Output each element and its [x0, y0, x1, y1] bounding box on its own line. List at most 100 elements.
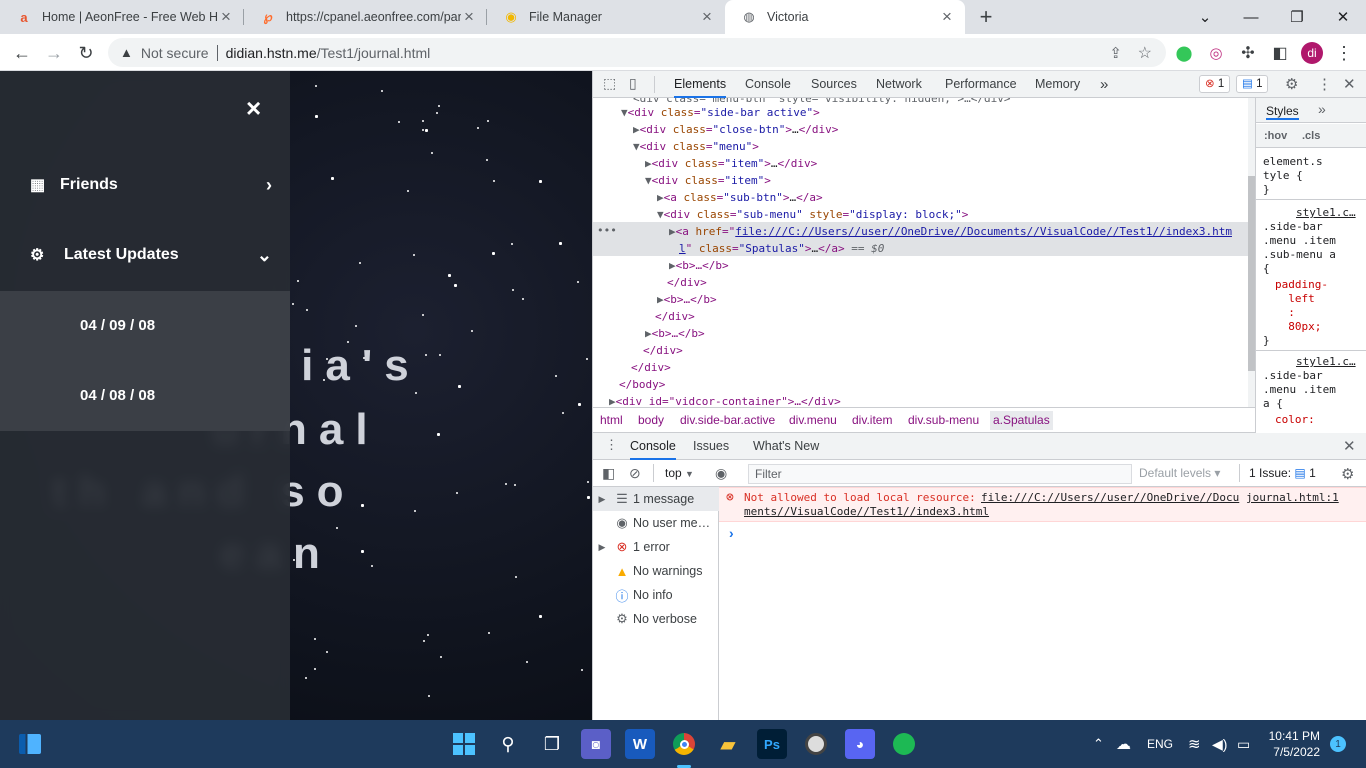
inspect-element-icon[interactable]: ⬚: [603, 75, 616, 92]
tab-network[interactable]: Network: [876, 71, 922, 98]
address-bar[interactable]: ▲ Not secure didian.hstn.me/Test1/journa…: [108, 38, 1166, 67]
security-label[interactable]: Not secure: [141, 45, 209, 61]
dom-node-menu[interactable]: ▼<div class="menu">: [633, 138, 759, 155]
teams-chat-icon[interactable]: ◙: [581, 729, 611, 759]
style-declaration[interactable]: color:: [1275, 413, 1315, 427]
device-toolbar-icon[interactable]: ▯: [629, 75, 637, 92]
dom-node-item[interactable]: ▼<div class="item">: [645, 172, 771, 189]
dom-close-body[interactable]: </body>: [619, 376, 665, 393]
crumb-body[interactable]: body: [638, 413, 664, 427]
dom-node-vidcor[interactable]: ▶<div id="vidcor-container">…</div>: [609, 393, 841, 407]
extension-green-icon[interactable]: ⬤: [1170, 39, 1198, 67]
dom-node-spatulas-link[interactable]: ▶<a href="file:///C://Users//user//OneDr…: [669, 223, 1232, 240]
dom-node-sub-menu[interactable]: ▼<div class="sub-menu" style="display: b…: [657, 206, 968, 223]
tab-cpanel[interactable]: ℘ https://cpanel.aeonfree.com/pan ×: [244, 0, 487, 34]
crumb-side-bar[interactable]: div.side-bar.active: [680, 413, 775, 427]
error-count-badge[interactable]: ⊗ 1: [1199, 75, 1231, 93]
tab-performance[interactable]: Performance: [945, 71, 1017, 98]
restore-button[interactable]: ❐: [1274, 0, 1320, 34]
more-tabs-icon[interactable]: »: [1100, 71, 1108, 98]
chrome-icon[interactable]: [669, 729, 699, 759]
settings-gear-icon[interactable]: ⚙: [1285, 75, 1298, 93]
close-drawer-icon[interactable]: ✕: [1343, 437, 1356, 455]
tab-sources[interactable]: Sources: [811, 71, 857, 98]
dom-node-close-btn[interactable]: ▶<div class="close-btn">…</div>: [633, 121, 838, 138]
console-filter-messages[interactable]: ▶ ☰ 1 message: [593, 487, 719, 511]
dom-node-b[interactable]: ▶<b>…</b>: [645, 325, 705, 342]
bookmark-star-icon[interactable]: ☆: [1138, 43, 1152, 63]
console-filter-verbose[interactable]: ⚙ No verbose: [593, 607, 719, 631]
more-panes-icon[interactable]: »: [1318, 101, 1326, 117]
dom-node-spatulas-cont[interactable]: l" class="Spatulas">…</a> == $0: [679, 240, 884, 257]
dom-close-div[interactable]: </div>: [631, 359, 671, 376]
extensions-puzzle-icon[interactable]: ✣: [1234, 39, 1262, 67]
console-filter-warnings[interactable]: ▲ No warnings: [593, 559, 719, 583]
dom-node-b[interactable]: ▶<b>…</b>: [669, 257, 729, 274]
task-view-icon[interactable]: ❐: [537, 729, 567, 759]
notification-badge[interactable]: 1: [1330, 720, 1346, 768]
close-tab-icon[interactable]: ×: [218, 7, 234, 27]
tab-elements[interactable]: Elements: [674, 71, 727, 98]
href-link[interactable]: file:///C://Users//user//OneDrive//Docum…: [735, 225, 1232, 238]
tab-memory[interactable]: Memory: [1035, 71, 1080, 98]
style-rule-element[interactable]: element.s tyle { }: [1263, 155, 1323, 197]
elements-scrollbar[interactable]: [1248, 98, 1255, 407]
eye-icon[interactable]: ◉: [715, 465, 727, 482]
style-declaration[interactable]: padding- left : 80px;: [1275, 278, 1328, 334]
error-resource-link[interactable]: file:///C://Users//user//OneDrive//Docu: [981, 491, 1239, 504]
crumb-sub-menu[interactable]: div.sub-menu: [908, 413, 979, 427]
style-rule-selector[interactable]: .side-bar .menu .item a {: [1263, 369, 1336, 411]
new-tab-button[interactable]: +: [964, 0, 1008, 34]
crumb-item[interactable]: div.item: [852, 413, 892, 427]
profile-avatar[interactable]: di: [1298, 39, 1326, 67]
crumb-spatulas[interactable]: a.Spatulas: [990, 411, 1053, 430]
reload-icon[interactable]: ↻: [72, 39, 100, 67]
start-windows-icon[interactable]: [449, 729, 479, 759]
console-filter-errors[interactable]: ▶ ⊗ 1 error: [593, 535, 719, 559]
console-error-message[interactable]: ⊗ Not allowed to load local resource: fi…: [719, 487, 1366, 522]
drawer-tab-console[interactable]: Console: [630, 433, 676, 460]
console-settings-icon[interactable]: ⚙: [1341, 465, 1354, 483]
close-tab-icon[interactable]: ×: [939, 7, 955, 27]
url-text[interactable]: didian.hstn.me/Test1/journal.html: [226, 45, 431, 61]
hov-toggle[interactable]: :hov: [1264, 130, 1287, 142]
menu-item-friends[interactable]: ▦ Friends ›: [0, 155, 290, 215]
show-sidebar-icon[interactable]: ◧: [602, 465, 615, 482]
cls-toggle[interactable]: .cls: [1302, 130, 1320, 142]
issues-counter[interactable]: 1 Issue: ▤ 1: [1249, 466, 1316, 480]
style-source-link[interactable]: style1.c…: [1296, 206, 1356, 220]
onedrive-cloud-icon[interactable]: ☁: [1116, 720, 1131, 768]
console-filter-user[interactable]: ◉ No user me…: [593, 511, 719, 535]
side-panel-icon[interactable]: ◧: [1266, 39, 1294, 67]
menu-item-latest-updates[interactable]: ⚙ Latest Updates ⌄: [0, 225, 290, 285]
devtools-menu-icon[interactable]: ⋮: [1317, 75, 1332, 93]
drawer-tab-whats-new[interactable]: What's New: [753, 433, 819, 460]
href-link-cont[interactable]: l: [679, 242, 686, 255]
style-rule-selector[interactable]: .side-bar .menu .item .sub-menu a {: [1263, 220, 1336, 276]
dom-node-b[interactable]: ▶<b>…</b>: [657, 291, 717, 308]
close-window-button[interactable]: ✕: [1320, 0, 1366, 34]
node-ellipsis-icon[interactable]: •••: [597, 222, 617, 239]
sub-menu-item[interactable]: 04 / 09 / 08: [80, 317, 155, 334]
spotify-icon[interactable]: [889, 729, 919, 759]
share-icon[interactable]: ⇪: [1109, 44, 1122, 62]
photoshop-icon[interactable]: Ps: [757, 729, 787, 759]
tab-search-icon[interactable]: ⌄: [1182, 0, 1228, 34]
issue-count-badge[interactable]: ▤ 1: [1236, 75, 1269, 93]
volume-icon[interactable]: ◀): [1212, 720, 1227, 768]
file-explorer-icon[interactable]: ▰: [713, 729, 743, 759]
drawer-menu-icon[interactable]: ⋮: [605, 437, 618, 453]
tab-aeonfree[interactable]: a Home | AeonFree - Free Web Ho ×: [0, 0, 244, 34]
tab-styles[interactable]: Styles: [1266, 104, 1299, 120]
warning-icon[interactable]: ▲: [120, 45, 133, 60]
clear-console-icon[interactable]: ⊘: [629, 465, 641, 482]
console-filter-info[interactable]: ⓘ No info: [593, 583, 719, 607]
console-filter-input[interactable]: Filter: [748, 464, 1132, 484]
close-sidebar-button[interactable]: ×: [246, 93, 261, 124]
search-icon[interactable]: ⚲: [493, 729, 523, 759]
crumb-menu[interactable]: div.menu: [789, 413, 837, 427]
tab-victoria[interactable]: ◍ Victoria ×: [725, 0, 965, 34]
dom-close-div[interactable]: </div>: [667, 274, 707, 291]
sub-menu-item[interactable]: 04 / 08 / 08: [80, 387, 155, 404]
crumb-html[interactable]: html: [600, 413, 623, 427]
